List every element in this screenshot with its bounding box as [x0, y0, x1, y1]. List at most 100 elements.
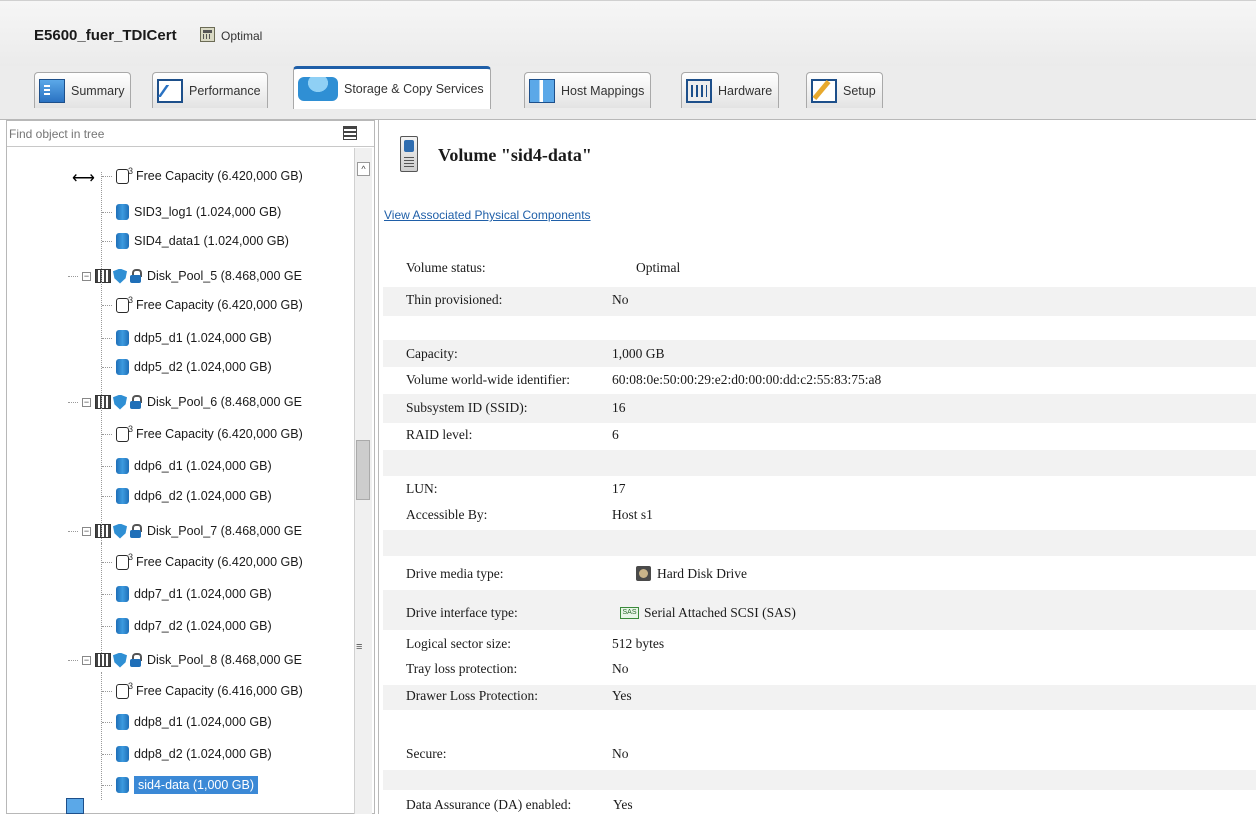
tree-pool-item[interactable]: − Disk_Pool_6 (8.468,000 GE: [82, 391, 302, 413]
tree-pool-item[interactable]: − Disk_Pool_8 (8.468,000 GE: [82, 649, 302, 671]
tree-connector: [102, 754, 112, 755]
hardware-icon: [686, 78, 712, 103]
collapse-toggle-icon[interactable]: −: [82, 655, 91, 665]
tab-performance[interactable]: Performance: [152, 72, 268, 108]
tree-free-capacity-item[interactable]: Free Capacity (6.420,000 GB): [116, 551, 303, 573]
tree-item-label: SID4_data1 (1.024,000 GB): [134, 234, 289, 248]
collapse-toggle-icon[interactable]: −: [82, 526, 91, 536]
property-label: Capacity:: [406, 346, 458, 361]
tree-item-label: Disk_Pool_6 (8.468,000 GE: [147, 395, 302, 409]
tree-item-label: sid4-data (1,000 GB): [134, 776, 259, 794]
tree-item-label: Free Capacity (6.420,000 GB): [136, 298, 303, 312]
tree-volume-item[interactable]: ddp7_d2 (1.024,000 GB): [116, 615, 272, 637]
storage-icon: [298, 77, 338, 101]
title-bar: E5600_fuer_TDICert Optimal: [0, 0, 1256, 66]
tree-item-label: ddp8_d2 (1.024,000 GB): [134, 747, 272, 761]
tree-search-input[interactable]: [9, 124, 329, 144]
scroll-thumb[interactable]: [356, 440, 370, 500]
tab-summary[interactable]: Summary: [34, 72, 132, 108]
tree-volume-item[interactable]: ddp7_d1 (1.024,000 GB): [116, 583, 272, 605]
volume-icon: [116, 330, 129, 346]
property-value: Host s1: [612, 507, 653, 522]
volume-icon: [116, 777, 129, 793]
tree-volume-item[interactable]: ddp6_d1 (1.024,000 GB): [116, 455, 272, 477]
tree-volume-item[interactable]: ddp8_d2 (1.024,000 GB): [116, 743, 272, 765]
tree-free-capacity-item[interactable]: Free Capacity (6.420,000 GB): [116, 294, 303, 316]
volume-icon: [400, 136, 418, 172]
tab-label: Hardware: [718, 83, 773, 98]
tree-item-label: Free Capacity (6.420,000 GB): [136, 427, 303, 441]
tree-pool-item[interactable]: − Disk_Pool_7 (8.468,000 GE: [82, 520, 302, 542]
tree-item-label: Free Capacity (6.420,000 GB): [136, 169, 303, 183]
host-mappings-icon: [529, 78, 555, 103]
scroll-grip-icon[interactable]: ≡: [356, 641, 362, 653]
tree-item-label: Disk_Pool_8 (8.468,000 GE: [147, 653, 302, 667]
volume-icon: [116, 233, 129, 249]
tree-free-capacity-item[interactable]: Free Capacity (6.420,000 GB): [116, 423, 303, 445]
tree-volume-item[interactable]: ddp5_d2 (1.024,000 GB): [116, 356, 272, 378]
view-associated-components-link[interactable]: View Associated Physical Components: [384, 208, 591, 222]
tab-storage-copy-services[interactable]: Storage & Copy Services: [293, 66, 491, 109]
tree-connector: [68, 660, 78, 661]
consistency-groups-icon[interactable]: [66, 798, 84, 814]
scroll-up-icon[interactable]: ^: [357, 162, 370, 176]
tree-volume-item[interactable]: SID3_log1 (1.024,000 GB): [116, 201, 281, 223]
tab-host-mappings[interactable]: Host Mappings: [524, 72, 652, 108]
tree-connector: [102, 496, 112, 497]
volume-icon: [116, 359, 129, 375]
property-value: Hard Disk Drive: [657, 566, 747, 581]
tree-guide-line: [101, 543, 102, 655]
tree-connector: [102, 305, 112, 306]
tree-item-label: ddp6_d1 (1.024,000 GB): [134, 459, 272, 473]
tree-options-icon[interactable]: [343, 126, 357, 140]
property-label: Data Assurance (DA) enabled:: [406, 797, 572, 812]
shield-icon: [113, 268, 127, 284]
tree-item-label: ddp7_d1 (1.024,000 GB): [134, 587, 272, 601]
collapse-toggle-icon[interactable]: −: [82, 397, 91, 407]
property-row-band: [383, 450, 1256, 476]
tree-free-capacity-item[interactable]: Free Capacity (6.420,000 GB): [116, 165, 303, 187]
property-label: Logical sector size:: [406, 636, 511, 651]
tree-item-label: Free Capacity (6.416,000 GB): [136, 684, 303, 698]
property-value: Yes: [612, 688, 632, 703]
storage-array-icon: [200, 27, 215, 42]
tree-item-label: ddp8_d1 (1.024,000 GB): [134, 715, 272, 729]
tree-connector: [102, 691, 112, 692]
status-text: Optimal: [221, 29, 263, 43]
drives-icon: [95, 395, 111, 409]
tree-volume-item[interactable]: SID4_data1 (1.024,000 GB): [116, 230, 289, 252]
tab-hardware[interactable]: Hardware: [681, 72, 780, 108]
disk-pool-icon: −: [82, 652, 144, 668]
property-value: Optimal: [636, 260, 681, 275]
tree-volume-item[interactable]: ddp8_d1 (1.024,000 GB): [116, 711, 272, 733]
tree-guide-line: [101, 288, 102, 401]
collapse-toggle-icon[interactable]: −: [82, 271, 91, 281]
tree-connector: [102, 785, 112, 786]
property-label: Drawer Loss Protection:: [406, 688, 538, 703]
property-label: Accessible By:: [406, 507, 488, 522]
property-label: Drive media type:: [406, 566, 504, 581]
setup-icon: [811, 78, 837, 103]
property-value: 1,000 GB: [612, 346, 665, 361]
tree-guide-line: [101, 414, 102, 527]
shield-icon: [113, 652, 127, 668]
tab-setup[interactable]: Setup: [806, 72, 883, 108]
performance-icon: [157, 78, 183, 103]
disk-pool-icon: −: [82, 268, 144, 284]
tree-volume-item[interactable]: ddp5_d1 (1.024,000 GB): [116, 327, 272, 349]
tree-guide-line: [101, 672, 102, 800]
property-value: 60:08:0e:50:00:29:e2:d0:00:00:dd:c2:55:8…: [612, 372, 882, 387]
property-value: No: [612, 292, 629, 307]
property-label: RAID level:: [406, 427, 473, 442]
tree-connector: [68, 531, 78, 532]
property-value: No: [612, 746, 629, 761]
property-value: No: [612, 661, 629, 676]
drives-icon: [95, 653, 111, 667]
tree-item-label: Free Capacity (6.420,000 GB): [136, 555, 303, 569]
tree-volume-item[interactable]: ddp6_d2 (1.024,000 GB): [116, 485, 272, 507]
tree-volume-item[interactable]: sid4-data (1,000 GB): [116, 774, 259, 796]
tree-connector: [102, 466, 112, 467]
tree-free-capacity-item[interactable]: Free Capacity (6.416,000 GB): [116, 680, 303, 702]
tree-pool-item[interactable]: − Disk_Pool_5 (8.468,000 GE: [82, 265, 302, 287]
disk-pool-icon: −: [82, 523, 144, 539]
